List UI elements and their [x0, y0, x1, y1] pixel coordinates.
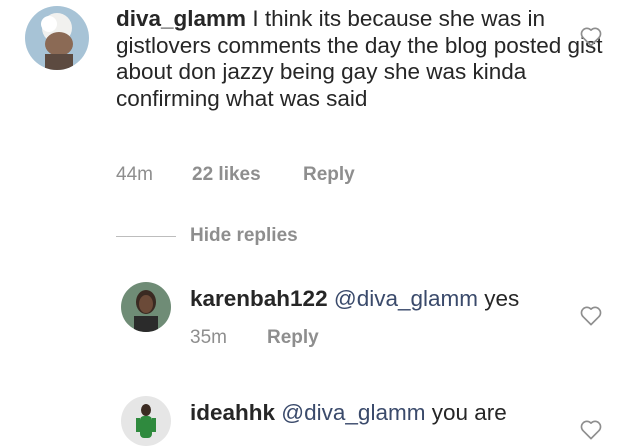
avatar-karenbah122[interactable] — [121, 282, 171, 332]
hide-replies-divider — [116, 236, 176, 237]
reply-body-ideahhk: ideahhk @diva_glamm you are — [190, 400, 590, 427]
reply-button-reply-1[interactable]: Reply — [267, 327, 319, 349]
avatar-image — [121, 396, 171, 446]
reply-username[interactable]: karenbah122 — [190, 286, 328, 311]
like-button-reply-1[interactable] — [580, 306, 602, 331]
comment-time: 44m — [116, 164, 153, 185]
comment-likes-count[interactable]: 22 likes — [192, 164, 261, 186]
reply-time-1: 35m — [190, 327, 227, 348]
hide-replies-button[interactable]: Hide replies — [190, 225, 298, 247]
comment-body-main: diva_glamm I think its because she was i… — [116, 6, 606, 112]
avatar-ideahhk[interactable] — [121, 396, 171, 446]
reply-button-main[interactable]: Reply — [303, 164, 355, 186]
reply-text: you are — [425, 400, 507, 425]
avatar-image — [121, 282, 171, 332]
reply-body-karenbah122: karenbah122 @diva_glamm yes — [190, 286, 590, 313]
heart-outline-icon — [580, 27, 602, 47]
reply-text: yes — [478, 286, 520, 311]
avatar-diva-glamm[interactable] — [25, 6, 89, 70]
like-button-reply-2[interactable] — [580, 420, 602, 445]
avatar-image — [25, 6, 89, 70]
reply-mention[interactable]: @diva_glamm — [281, 400, 425, 425]
reply-username[interactable]: ideahhk — [190, 400, 275, 425]
like-button-main[interactable] — [580, 27, 602, 52]
heart-outline-icon — [580, 306, 602, 326]
heart-outline-icon — [580, 420, 602, 440]
reply-mention[interactable]: @diva_glamm — [334, 286, 478, 311]
comment-username[interactable]: diva_glamm — [116, 6, 246, 31]
comment-meta-main: 44m — [116, 164, 153, 186]
